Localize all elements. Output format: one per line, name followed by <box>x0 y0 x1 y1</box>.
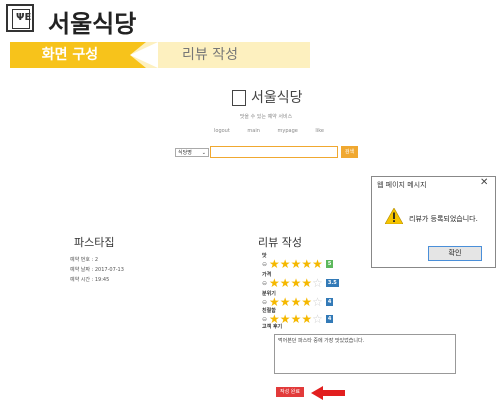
star-empty-icon[interactable]: ☆ <box>312 277 323 289</box>
star-icon[interactable]: ★ <box>269 258 280 270</box>
comment-textarea[interactable]: 먹어본던 파스타 중에 가장 맛있었습니다. <box>274 334 456 374</box>
star-icon[interactable]: ★ <box>291 258 302 270</box>
clear-rating-icon[interactable]: ⊖ <box>262 261 267 268</box>
clear-rating-icon[interactable]: ⊖ <box>262 280 267 287</box>
app-title: 서울식당 <box>48 10 137 38</box>
review-title: 리뷰 작성 <box>258 236 302 249</box>
app-logo: ΨΕ <box>6 4 34 32</box>
star-half-icon[interactable]: ★ <box>301 277 312 289</box>
nav-logout[interactable]: logout <box>214 128 230 134</box>
star-icon[interactable]: ★ <box>301 313 312 325</box>
star-icon[interactable]: ★ <box>291 277 302 289</box>
search-type-select[interactable]: 식당명 ⌄ <box>175 148 209 157</box>
reservation-number: 예약 번호 : 2 <box>70 257 99 263</box>
comment-label: 고객 후기 <box>262 324 283 330</box>
submit-review-button[interactable]: 작성 완료 <box>276 387 304 397</box>
step-write-review: 리뷰 작성 <box>160 42 310 68</box>
star-icon[interactable]: ★ <box>280 258 291 270</box>
site-name: 서울식당 <box>251 90 303 106</box>
site-logo-icon <box>232 90 246 106</box>
rating-stars-taste[interactable]: ⊖ ★ ★ ★ ★ ★ 5 <box>262 258 334 270</box>
score-badge: 4 <box>325 298 334 306</box>
score-badge: 4 <box>325 315 334 323</box>
restaurant-name: 파스타집 <box>74 236 115 249</box>
dialog-title: 웹 페이지 메시지 <box>377 181 427 189</box>
search-input[interactable] <box>210 146 338 158</box>
star-icon[interactable]: ★ <box>269 277 280 289</box>
arrow-left-icon <box>311 386 345 400</box>
step-arrow-icon <box>128 42 164 68</box>
clear-rating-icon[interactable]: ⊖ <box>262 299 267 306</box>
star-icon[interactable]: ★ <box>291 313 302 325</box>
star-icon[interactable]: ★ <box>280 296 291 308</box>
search-button[interactable]: 검색 <box>341 146 358 158</box>
nav-like[interactable]: like <box>315 128 324 134</box>
star-empty-icon[interactable]: ☆ <box>312 313 323 325</box>
search-type-value: 식당명 <box>178 150 192 156</box>
chevron-down-icon: ⌄ <box>201 150 206 156</box>
warning-icon <box>385 208 403 224</box>
close-icon[interactable]: ✕ <box>480 177 488 188</box>
star-icon[interactable]: ★ <box>291 296 302 308</box>
nav-main[interactable]: main <box>247 128 260 134</box>
site-tagline: 맛을 수 있는 예약 서비스 <box>239 114 293 120</box>
star-icon[interactable]: ★ <box>312 258 323 270</box>
reservation-date: 예약 날짜 : 2017-07-13 <box>70 267 124 273</box>
fork-knife-icon: ΨΕ <box>16 12 32 23</box>
star-empty-icon[interactable]: ☆ <box>312 296 323 308</box>
score-badge: 3.5 <box>325 279 339 287</box>
reservation-time: 예약 시간 : 19:45 <box>70 277 110 283</box>
score-badge: 5 <box>325 260 334 268</box>
star-icon[interactable]: ★ <box>301 296 312 308</box>
star-icon[interactable]: ★ <box>280 277 291 289</box>
rating-stars-price[interactable]: ⊖ ★ ★ ★ ★ ☆ 3.5 <box>262 277 339 289</box>
step-screen-layout: 화면 구성 <box>10 42 130 68</box>
site-nav: logout main mypage like <box>214 128 324 134</box>
ok-button[interactable]: 확인 <box>428 246 482 261</box>
star-icon[interactable]: ★ <box>301 258 312 270</box>
dialog-message: 리뷰가 등록되었습니다. <box>409 215 478 223</box>
clear-rating-icon[interactable]: ⊖ <box>262 316 267 323</box>
nav-mypage[interactable]: mypage <box>278 128 298 134</box>
